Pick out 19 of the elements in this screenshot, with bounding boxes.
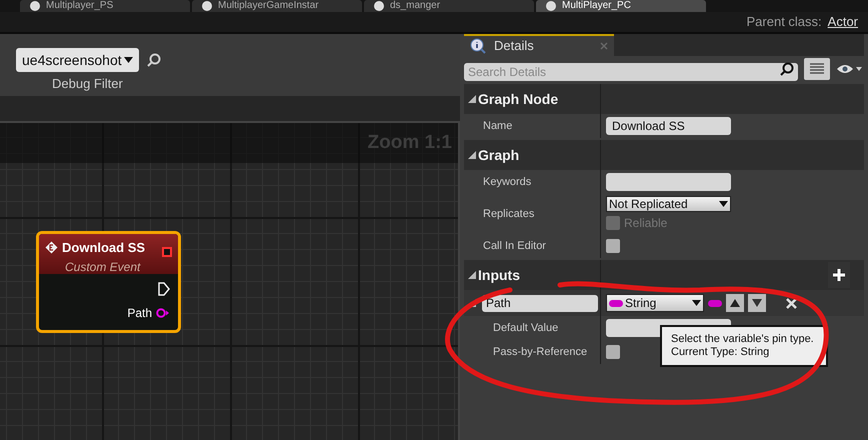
parent-class-label: Parent class: — [746, 13, 822, 32]
tab-label: MultiplayerGameInstar — [218, 1, 319, 11]
tab-label: Details — [494, 37, 535, 56]
debug-filter-label: Debug Filter — [51, 75, 123, 93]
property-label: Call In Editor — [483, 238, 546, 254]
node-title: Download SS — [62, 239, 146, 257]
pin-label: Path — [127, 305, 152, 322]
tab-label: MultiPlayer_PC — [562, 1, 631, 11]
node-subtitle: Custom Event — [64, 258, 142, 276]
property-label: Default Value — [493, 320, 558, 336]
property-label: Name — [483, 118, 512, 134]
tooltip-text: Current Type: String — [671, 346, 770, 359]
property-label: Pass-by-Reference — [493, 344, 588, 360]
tab-label: Multiplayer_PS — [46, 1, 114, 11]
tooltip-text: Select the variable's pin type. — [671, 333, 815, 346]
checkbox-label: Reliable — [624, 215, 668, 232]
property-label: Keywords — [483, 174, 532, 190]
tab-label: ds_manger — [390, 1, 440, 11]
property-label: Replicates — [483, 206, 534, 222]
